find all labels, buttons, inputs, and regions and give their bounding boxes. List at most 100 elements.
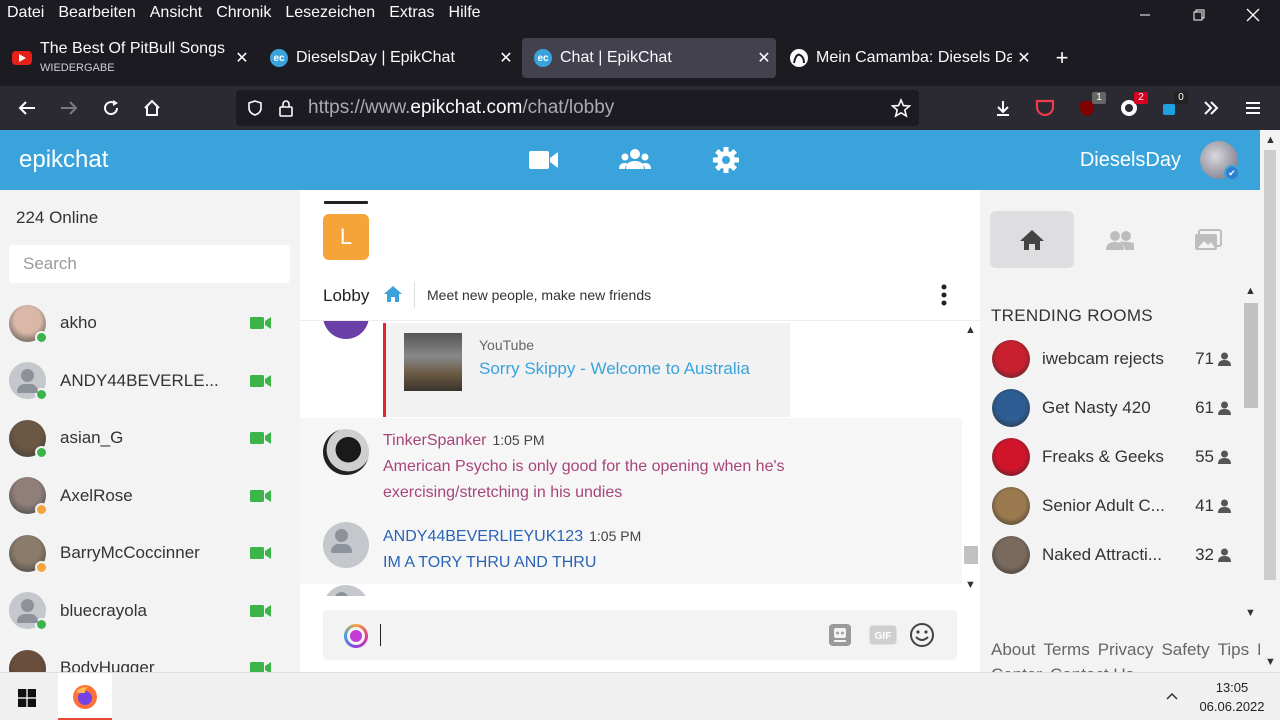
- video-camera-icon[interactable]: [250, 316, 272, 330]
- user-search-input[interactable]: [9, 245, 290, 283]
- tab-gallery[interactable]: [1166, 211, 1250, 268]
- sticker-icon[interactable]: [828, 623, 852, 647]
- video-camera-icon[interactable]: [250, 431, 272, 445]
- user-list-item[interactable]: BarryMcCoccinner: [0, 525, 300, 581]
- video-camera-icon[interactable]: [250, 489, 272, 503]
- more-tools-button[interactable]: [1196, 94, 1226, 122]
- message-author[interactable]: ANDY44BEVERLIEYUK123: [383, 528, 583, 545]
- video-camera-icon[interactable]: [250, 661, 272, 672]
- extension-2-button[interactable]: 2: [1114, 92, 1148, 122]
- message-avatar[interactable]: [323, 585, 369, 596]
- minimize-button[interactable]: [1118, 0, 1172, 30]
- app-menu-button[interactable]: [1238, 94, 1268, 122]
- reload-button[interactable]: [96, 94, 126, 122]
- footer-link[interactable]: Tips: [1218, 640, 1250, 659]
- tab-home[interactable]: [990, 211, 1074, 268]
- video-camera-icon[interactable]: [250, 604, 272, 618]
- menu-view[interactable]: Ansicht: [143, 0, 209, 26]
- more-options-icon[interactable]: [941, 284, 947, 306]
- scroll-up-icon[interactable]: ▲: [1265, 134, 1276, 146]
- user-list-item[interactable]: akho: [0, 295, 300, 351]
- close-window-button[interactable]: [1226, 0, 1280, 30]
- footer-link[interactable]: Privacy: [1098, 640, 1154, 659]
- menu-bookmarks[interactable]: Lesezeichen: [278, 0, 382, 26]
- footer-link[interactable]: Safety: [1161, 640, 1209, 659]
- scrollbar-thumb[interactable]: [1244, 303, 1258, 408]
- youtube-link-card[interactable]: YouTube Sorry Skippy - Welcome to Austra…: [383, 323, 790, 417]
- message-avatar[interactable]: [323, 429, 369, 475]
- user-avatar[interactable]: [9, 362, 48, 401]
- trending-room-item[interactable]: iwebcam rejects 71: [980, 334, 1242, 383]
- emoji-icon[interactable]: [909, 622, 935, 648]
- user-avatar[interactable]: [9, 477, 48, 516]
- user-avatar[interactable]: [9, 592, 48, 631]
- message-avatar[interactable]: [323, 522, 369, 568]
- scroll-down-icon[interactable]: ▼: [1265, 656, 1276, 668]
- firefox-taskbar-button[interactable]: [58, 673, 112, 720]
- room-avatar[interactable]: [992, 339, 1030, 378]
- user-avatar[interactable]: [9, 304, 48, 344]
- extension-3-button[interactable]: 0: [1154, 92, 1188, 122]
- rooms-scrollbar[interactable]: ▲ ▼: [1242, 283, 1260, 625]
- back-button[interactable]: [12, 94, 42, 122]
- tab-chat[interactable]: ec Chat | EpikChat ✕: [522, 38, 776, 78]
- tab-friends[interactable]: [1078, 211, 1162, 268]
- menu-edit[interactable]: Bearbeiten: [51, 0, 142, 26]
- message-scrollbar[interactable]: ▲ ▼: [962, 321, 980, 596]
- user-list-item[interactable]: BodyHugger: [0, 640, 300, 672]
- video-camera-icon[interactable]: [250, 546, 272, 560]
- footer-link[interactable]: Terms: [1043, 640, 1089, 659]
- scrollbar-thumb[interactable]: [1264, 150, 1276, 580]
- restore-button[interactable]: [1172, 0, 1226, 30]
- pocket-button[interactable]: [1030, 94, 1060, 122]
- close-tab-icon[interactable]: ✕: [752, 48, 776, 68]
- windows-start-icon[interactable]: [18, 689, 36, 707]
- chevron-up-icon[interactable]: [1166, 687, 1178, 703]
- user-list-item[interactable]: bluecrayola: [0, 583, 300, 639]
- user-avatar[interactable]: [9, 649, 46, 672]
- room-avatar[interactable]: [992, 388, 1030, 427]
- close-tab-icon[interactable]: ✕: [1012, 48, 1036, 68]
- gear-icon[interactable]: [709, 145, 743, 175]
- room-avatar[interactable]: [992, 535, 1030, 574]
- scroll-down-icon[interactable]: ▼: [1245, 607, 1256, 619]
- bookmark-star-icon[interactable]: [891, 98, 911, 118]
- footer-link[interactable]: About: [991, 640, 1035, 659]
- users-group-icon[interactable]: [618, 145, 652, 175]
- video-thumbnail[interactable]: [404, 333, 462, 391]
- user-list-item[interactable]: ANDY44BEVERLE...: [0, 353, 300, 409]
- trending-room-item[interactable]: Get Nasty 420 61: [980, 383, 1242, 432]
- home-button[interactable]: [137, 94, 167, 122]
- menu-tools[interactable]: Extras: [382, 0, 441, 26]
- ublock-extension-button[interactable]: 1: [1072, 92, 1106, 122]
- page-scrollbar[interactable]: ▲ ▼: [1260, 130, 1280, 672]
- scrollbar-thumb[interactable]: [964, 546, 978, 564]
- shield-icon[interactable]: [246, 99, 264, 117]
- color-picker-icon[interactable]: [344, 624, 368, 648]
- footer-link[interactable]: Contact Us: [1050, 665, 1134, 672]
- user-list-item[interactable]: asian_G: [0, 410, 300, 466]
- menu-history[interactable]: Chronik: [209, 0, 278, 26]
- video-camera-icon[interactable]: [527, 145, 561, 175]
- scroll-up-icon[interactable]: ▲: [1245, 285, 1256, 297]
- brand-logo[interactable]: epikchat: [19, 130, 108, 190]
- user-avatar[interactable]: [9, 419, 48, 459]
- user-list-item[interactable]: AxelRose: [0, 468, 300, 524]
- new-tab-button[interactable]: +: [1050, 44, 1074, 72]
- room-avatar[interactable]: [992, 437, 1030, 476]
- url-bar[interactable]: https://www.epikchat.com/chat/lobby: [236, 90, 919, 126]
- menu-help[interactable]: Hilfe: [442, 0, 488, 26]
- close-tab-icon[interactable]: ✕: [230, 48, 254, 68]
- user-avatar[interactable]: [9, 534, 48, 574]
- close-tab-icon[interactable]: ✕: [494, 48, 518, 68]
- scroll-down-icon[interactable]: ▼: [965, 579, 976, 591]
- scroll-up-icon[interactable]: ▲: [965, 324, 976, 336]
- message-author[interactable]: TinkerSpanker: [383, 432, 486, 449]
- forward-button[interactable]: [54, 94, 84, 122]
- gif-icon[interactable]: GIF: [869, 625, 897, 645]
- url-text[interactable]: https://www.epikchat.com/chat/lobby: [308, 90, 614, 126]
- trending-room-item[interactable]: Naked Attracti... 32: [980, 530, 1242, 579]
- trending-room-item[interactable]: Senior Adult C... 41: [980, 481, 1242, 530]
- current-user-avatar[interactable]: ✔: [1200, 141, 1240, 181]
- trending-room-item[interactable]: Freaks & Geeks 55: [980, 432, 1242, 481]
